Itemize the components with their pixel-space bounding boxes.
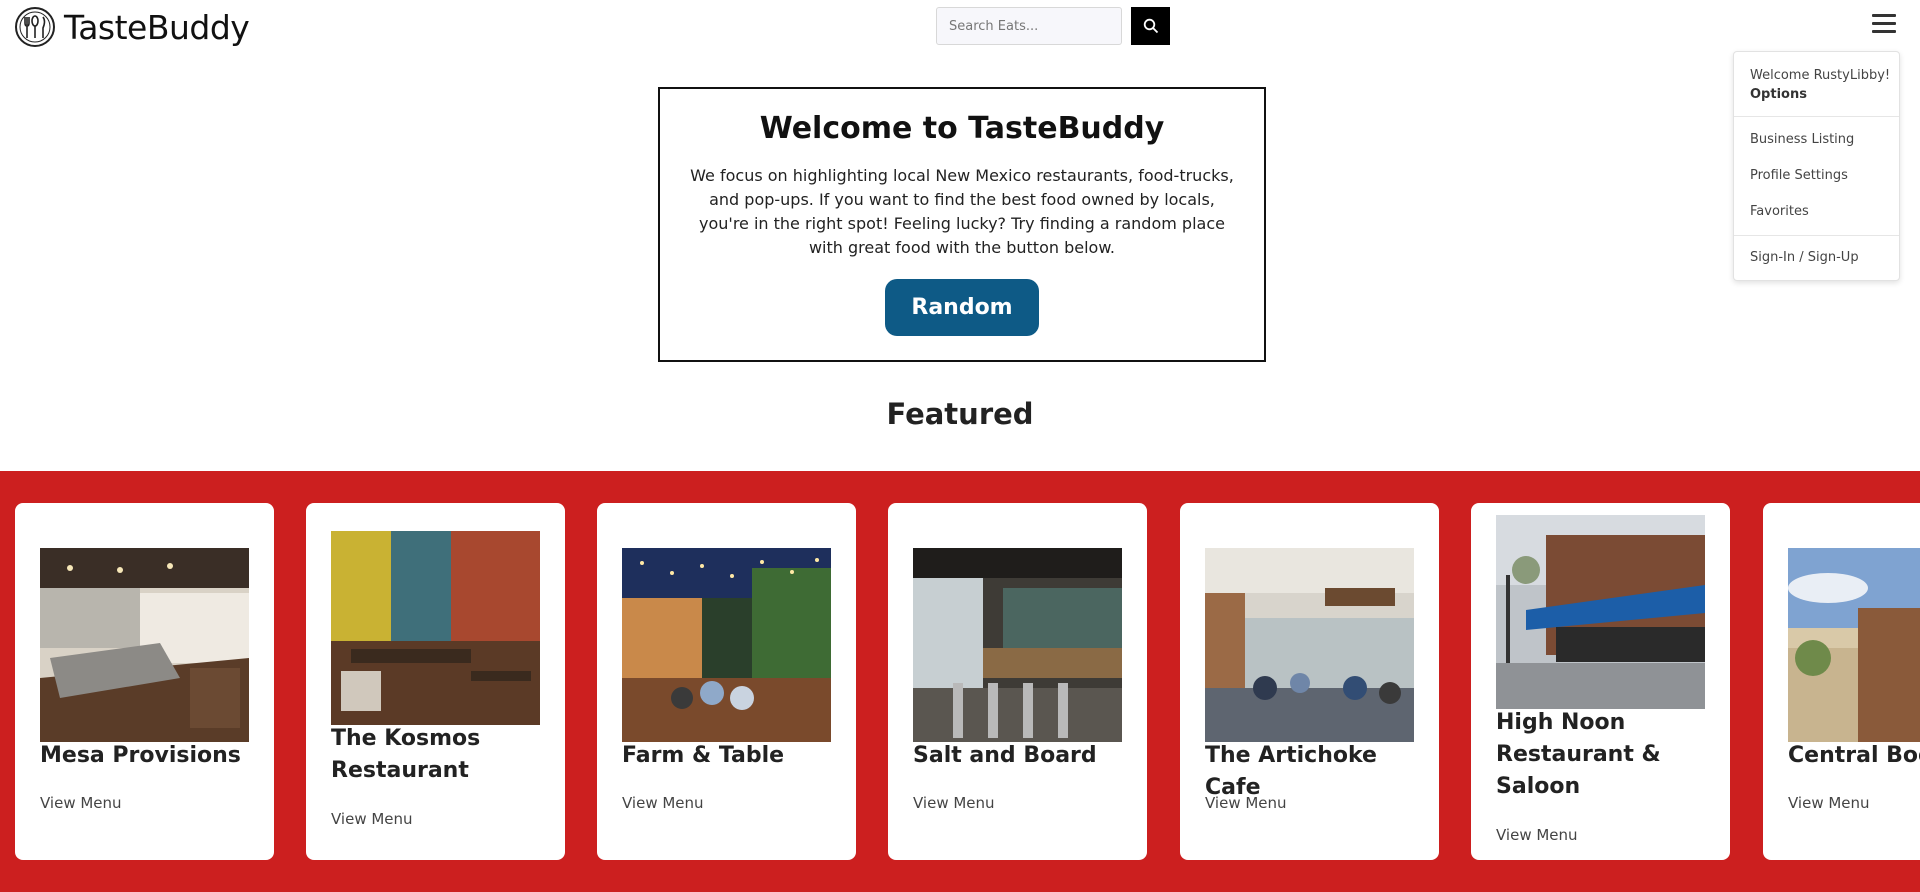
restaurant-name[interactable]: The Kosmos Restaurant (331, 723, 546, 787)
top-header: TasteBuddy (0, 0, 1920, 52)
restaurant-card[interactable]: Salt and Board View Menu (888, 503, 1147, 860)
menu-item-business-listing[interactable]: Business Listing (1750, 130, 1854, 150)
menu-options-heading: Options (1750, 87, 1807, 102)
restaurant-card[interactable]: Farm & Table View Menu (597, 503, 856, 860)
view-menu-link[interactable]: View Menu (1496, 826, 1578, 844)
restaurant-interior-bar-photo (40, 548, 249, 742)
brand-logo[interactable]: TasteBuddy (14, 6, 250, 48)
restaurant-name[interactable]: High Noon Restaurant & Saloon (1496, 707, 1711, 803)
busy-cafe-interior-photo (1205, 548, 1414, 742)
patio-exterior-photo (1788, 548, 1920, 742)
user-menu-dropdown: Welcome RustyLibby! Options Business Lis… (1733, 51, 1900, 281)
menu-welcome-text: Welcome RustyLibby! (1750, 68, 1891, 83)
menu-item-profile-settings[interactable]: Profile Settings (1750, 166, 1848, 186)
restaurant-card[interactable]: Mesa Provisions View Menu (15, 503, 274, 860)
restaurant-dining-room-photo (331, 531, 540, 725)
search-input[interactable] (936, 7, 1122, 45)
fork-spoon-knife-icon (15, 7, 55, 47)
menu-item-sign-in[interactable]: Sign-In / Sign-Up (1750, 248, 1859, 268)
restaurant-name[interactable]: Salt and Board (913, 740, 1128, 772)
random-button[interactable]: Random (885, 279, 1039, 336)
view-menu-link[interactable]: View Menu (913, 794, 995, 812)
search-icon (1143, 18, 1158, 34)
menu-divider (1734, 235, 1899, 236)
restaurant-card[interactable]: Central Bodega View Menu (1763, 503, 1920, 860)
brand-name: TasteBuddy (64, 7, 250, 47)
welcome-description: We focus on highlighting local New Mexic… (690, 166, 1234, 257)
restaurant-name[interactable]: Mesa Provisions (40, 740, 255, 772)
restaurant-card[interactable]: The Kosmos Restaurant View Menu (306, 503, 565, 860)
bar-stools-interior-photo (913, 548, 1122, 742)
menu-item-favorites[interactable]: Favorites (1750, 202, 1809, 222)
menu-divider (1734, 116, 1899, 117)
string-lights-patio-photo (622, 548, 831, 742)
search-button[interactable] (1131, 7, 1170, 45)
hamburger-icon[interactable] (1872, 14, 1896, 36)
view-menu-link[interactable]: View Menu (40, 794, 122, 812)
view-menu-link[interactable]: View Menu (1788, 794, 1870, 812)
restaurant-name[interactable]: Farm & Table (622, 740, 837, 772)
brick-building-blue-awning-photo (1496, 515, 1705, 709)
restaurant-card[interactable]: The Artichoke Cafe View Menu (1180, 503, 1439, 860)
view-menu-link[interactable]: View Menu (331, 810, 413, 828)
view-menu-link[interactable]: View Menu (622, 794, 704, 812)
featured-heading: Featured (886, 397, 1034, 431)
welcome-title: Welcome to TasteBuddy (759, 111, 1165, 146)
search-bar (936, 7, 1170, 45)
restaurant-name[interactable]: Central Bodega (1788, 740, 1920, 772)
view-menu-link[interactable]: View Menu (1205, 794, 1287, 812)
welcome-panel: Welcome to TasteBuddy We focus on highli… (658, 87, 1266, 362)
restaurant-card[interactable]: High Noon Restaurant & Saloon View Menu (1471, 503, 1730, 860)
featured-carousel: Mesa Provisions View Menu The Kosmos Res… (0, 471, 1920, 892)
